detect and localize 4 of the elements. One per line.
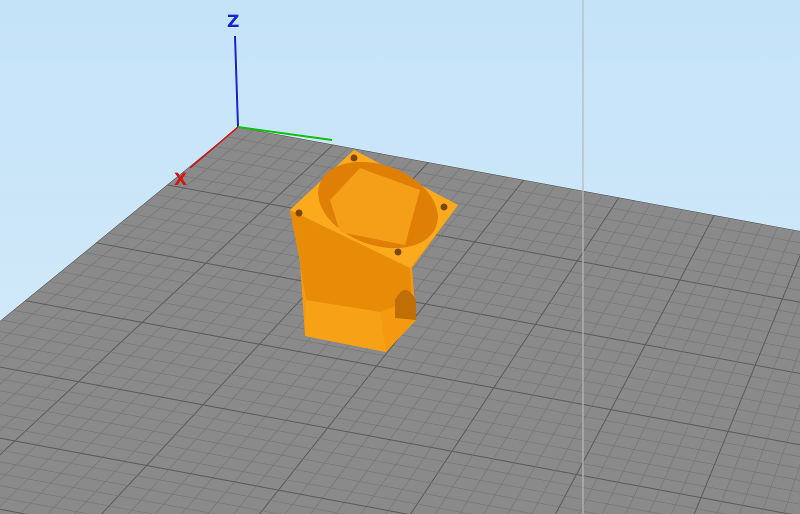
3d-viewport[interactable]: Z X xyxy=(0,0,800,514)
x-axis-line xyxy=(190,126,238,169)
axis-label: X xyxy=(174,170,188,190)
axis-label: Z xyxy=(227,12,240,32)
